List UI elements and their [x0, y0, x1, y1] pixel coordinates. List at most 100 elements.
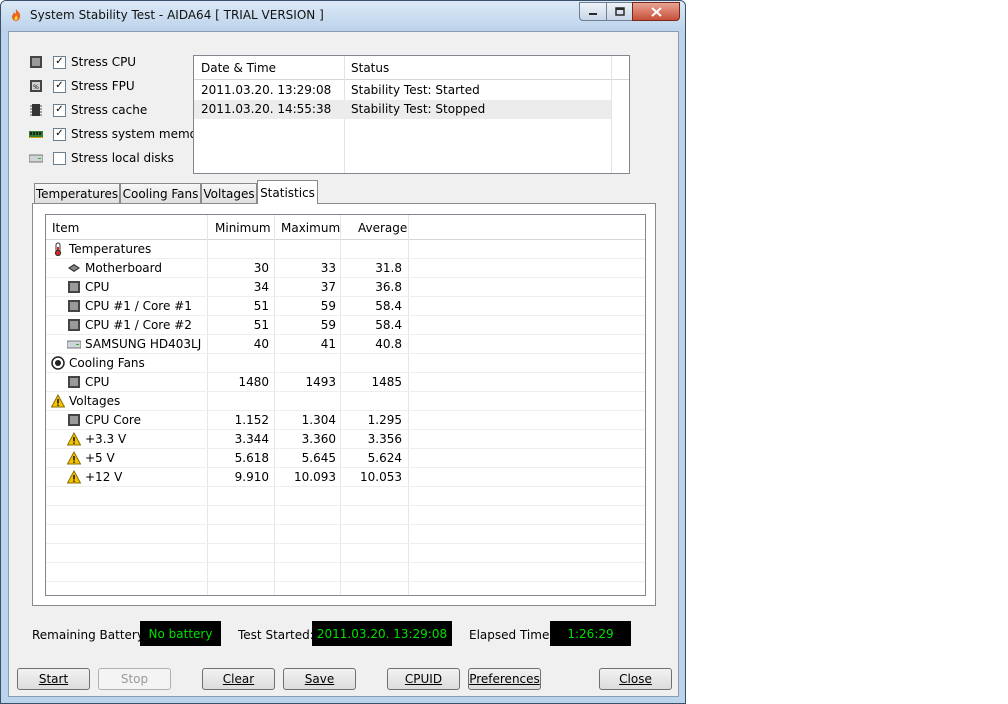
tab-statistics-label: Statistics [260, 185, 315, 200]
minimize-button[interactable] [579, 2, 607, 21]
statistics-max-value: 33 [320, 261, 336, 275]
statistics-row[interactable]: CPU 34 37 36.8 [46, 278, 645, 297]
stress-memory-checkbox[interactable]: ✓ [53, 127, 66, 141]
warning-icon [66, 469, 82, 484]
log-row[interactable]: 2011.03.20. 13:29:08 Stability Test: Sta… [194, 81, 611, 100]
column-item[interactable]: Item [52, 221, 79, 235]
tab-temperatures[interactable]: Temperatures [34, 183, 120, 204]
log-datetime: 2011.03.20. 13:29:08 [201, 83, 332, 97]
statistics-max-value: 3.360 [301, 432, 336, 446]
hard-disk-icon [66, 337, 82, 351]
tab-voltages[interactable]: Voltages [201, 183, 257, 204]
statistics-item-name: +3.3 V [85, 432, 127, 446]
log-row[interactable]: 2011.03.20. 14:55:38 Stability Test: Sto… [194, 100, 611, 119]
stop-button-label: Stop [120, 672, 149, 686]
stress-cache-checkbox[interactable]: ✓ [53, 103, 66, 117]
log-datetime: 2011.03.20. 14:55:38 [201, 102, 332, 116]
statistics-avg-value: 1485 [371, 375, 402, 389]
statistics-max-value: 5.645 [301, 451, 336, 465]
statistics-max-value: 1.304 [301, 413, 336, 427]
log-status: Stability Test: Started [351, 83, 480, 97]
stress-disks-checkbox[interactable] [53, 151, 66, 165]
fan-icon [51, 356, 65, 370]
column-minimum[interactable]: Minimum [215, 221, 271, 235]
statistics-row[interactable]: CPU 1480 1493 1485 [46, 373, 645, 392]
title-bar[interactable]: System Stability Test - AIDA64 [ TRIAL V… [1, 1, 685, 30]
statistics-empty-row [46, 544, 645, 563]
log-column-divider [611, 56, 612, 173]
statistics-item-name: CPU #1 / Core #2 [85, 318, 192, 332]
stress-cache-label: Stress cache [71, 103, 148, 117]
save-button[interactable]: Save [283, 668, 356, 690]
tab-cooling-fans[interactable]: Cooling Fans [120, 183, 201, 204]
statistics-row[interactable]: CPU #1 / Core #2 51 59 58.4 [46, 316, 645, 335]
stress-cache-option[interactable]: ✓ Stress cache [29, 101, 147, 119]
statistics-item-name: +5 V [85, 451, 115, 465]
fpu-chip-icon: % [30, 80, 42, 92]
statistics-panel: Item Minimum Maximum Average Temperature… [32, 203, 656, 606]
stress-fpu-option[interactable]: % ✓ Stress FPU [29, 77, 135, 95]
tab-statistics[interactable]: Statistics [257, 180, 318, 204]
statistics-group-row[interactable]: Temperatures [46, 240, 645, 259]
statistics-header: Item Minimum Maximum Average [46, 215, 645, 240]
statistics-empty-row [46, 506, 645, 525]
clear-button[interactable]: Clear [202, 668, 275, 690]
cache-chip-icon [30, 104, 42, 116]
test-started-value: 2011.03.20. 13:29:08 [312, 621, 452, 646]
close-button-label: Close [619, 672, 652, 686]
statistics-group-row[interactable]: Voltages [46, 392, 645, 411]
start-button[interactable]: Start [17, 668, 90, 690]
statistics-min-value: 51 [253, 318, 269, 332]
statistics-min-value: 1.152 [234, 413, 269, 427]
close-button[interactable]: Close [599, 668, 672, 690]
statistics-row[interactable]: Motherboard 30 33 31.8 [46, 259, 645, 278]
save-button-label: Save [304, 672, 335, 686]
cpu-chip-icon [67, 299, 81, 313]
statistics-table[interactable]: Item Minimum Maximum Average Temperature… [45, 214, 646, 596]
test-started-label: Test Started: [238, 628, 314, 642]
stress-cpu-option[interactable]: ✓ Stress CPU [29, 53, 136, 71]
stress-cpu-checkbox[interactable]: ✓ [53, 55, 66, 69]
statistics-row[interactable]: +12 V 9.910 10.093 10.053 [46, 468, 645, 487]
statistics-avg-value: 3.356 [367, 432, 402, 446]
memory-module-icon [29, 131, 43, 138]
elapsed-time-value: 1:26:29 [550, 621, 631, 646]
statistics-avg-value: 40.8 [375, 337, 402, 351]
statistics-group-row[interactable]: Cooling Fans [46, 354, 645, 373]
statistics-empty-row [46, 525, 645, 544]
column-average[interactable]: Average [358, 221, 407, 235]
log-column-status[interactable]: Status [351, 61, 389, 75]
statistics-item-name: Voltages [69, 394, 121, 408]
statistics-min-value: 1480 [238, 375, 269, 389]
stop-button[interactable]: Stop [98, 668, 171, 690]
statistics-item-name: CPU [85, 280, 110, 294]
warning-icon [66, 431, 82, 446]
column-maximum[interactable]: Maximum [281, 221, 340, 235]
stress-memory-label: Stress system memory [71, 127, 210, 141]
motherboard-icon [67, 261, 81, 275]
statistics-row[interactable]: +5 V 5.618 5.645 5.624 [46, 449, 645, 468]
stress-disks-label: Stress local disks [71, 151, 174, 165]
event-log-list[interactable]: Date & Time Status 2011.03.20. 13:29:08 … [193, 55, 630, 174]
close-icon [650, 6, 662, 17]
statistics-item-name: Motherboard [85, 261, 162, 275]
preferences-button[interactable]: Preferences [468, 668, 541, 690]
statistics-row[interactable]: CPU Core 1.152 1.304 1.295 [46, 411, 645, 430]
statistics-row[interactable]: +3.3 V 3.344 3.360 3.356 [46, 430, 645, 449]
statistics-avg-value: 10.053 [360, 470, 402, 484]
statistics-item-name: CPU #1 / Core #1 [85, 299, 192, 313]
stress-fpu-checkbox[interactable]: ✓ [53, 79, 66, 93]
statistics-row[interactable]: SAMSUNG HD403LJ 40 41 40.8 [46, 335, 645, 354]
log-column-datetime[interactable]: Date & Time [201, 61, 276, 75]
maximize-button[interactable] [606, 2, 633, 21]
thermometer-icon [51, 242, 65, 257]
statistics-min-value: 51 [253, 299, 269, 313]
window-close-button[interactable] [632, 2, 680, 21]
statistics-max-value: 1493 [305, 375, 336, 389]
cpuid-button[interactable]: CPUID [387, 668, 460, 690]
stress-memory-option[interactable]: ✓ Stress system memory [29, 125, 209, 143]
statistics-avg-value: 58.4 [375, 299, 402, 313]
stress-disks-option[interactable]: Stress local disks [29, 149, 174, 167]
statistics-row[interactable]: CPU #1 / Core #1 51 59 58.4 [46, 297, 645, 316]
cpuid-button-label: CPUID [404, 672, 443, 686]
